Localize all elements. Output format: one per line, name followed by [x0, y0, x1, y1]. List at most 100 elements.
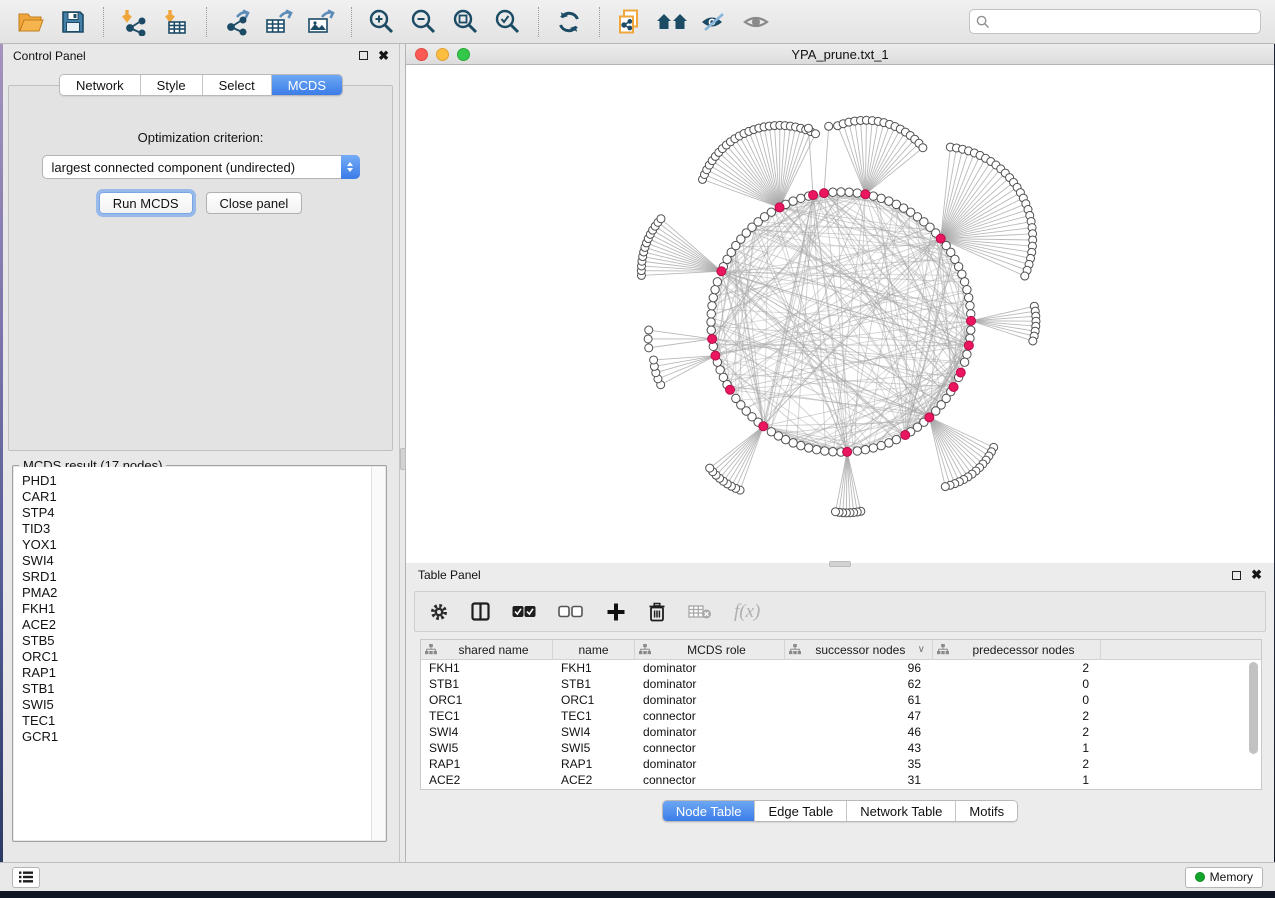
deselect-all-button[interactable]: [558, 605, 584, 618]
tab-node-table[interactable]: Node Table: [663, 801, 756, 821]
table-cell: dominator: [635, 692, 785, 708]
tab-style[interactable]: Style: [141, 75, 203, 95]
column-header-name[interactable]: name: [553, 640, 635, 659]
table-cell: ORC1: [421, 692, 553, 708]
table-scrollbar[interactable]: [1248, 662, 1259, 785]
result-node-item[interactable]: PHD1: [22, 473, 371, 489]
tab-motifs[interactable]: Motifs: [956, 801, 1017, 821]
result-node-item[interactable]: FKH1: [22, 601, 371, 617]
column-header-MCDS-role[interactable]: MCDS role: [635, 640, 785, 659]
open-session-button[interactable]: [13, 5, 49, 39]
delete-table-button[interactable]: [688, 604, 712, 620]
table-cell: STB1: [421, 676, 553, 692]
task-history-button[interactable]: [12, 867, 40, 888]
show-column-panel-button[interactable]: [471, 602, 490, 621]
zoom-selected-icon: [494, 8, 522, 36]
result-node-item[interactable]: PMA2: [22, 585, 371, 601]
table-cell: connector: [635, 788, 785, 790]
save-session-button[interactable]: [55, 5, 91, 39]
table-cell: connector: [635, 740, 785, 756]
search-field[interactable]: [969, 9, 1261, 34]
result-node-item[interactable]: SRD1: [22, 569, 371, 585]
table-row[interactable]: YOX1YOX1connector291: [421, 788, 1261, 790]
table-cell: ORC1: [553, 692, 635, 708]
table-row[interactable]: RAP1RAP1dominator352: [421, 756, 1261, 772]
zoom-selected-button[interactable]: [490, 5, 526, 39]
result-list-scrollbar[interactable]: [371, 467, 385, 840]
table-row[interactable]: ACE2ACE2connector311: [421, 772, 1261, 788]
result-node-item[interactable]: GCR1: [22, 729, 371, 745]
hide-selected-button[interactable]: [696, 5, 732, 39]
result-node-item[interactable]: YOX1: [22, 537, 371, 553]
table-row[interactable]: SWI5SWI5connector431: [421, 740, 1261, 756]
result-node-item[interactable]: STB1: [22, 681, 371, 697]
memory-button[interactable]: Memory: [1185, 867, 1263, 888]
result-node-item[interactable]: STB5: [22, 633, 371, 649]
apply-layout-button[interactable]: [551, 5, 587, 39]
import-table-button[interactable]: [158, 5, 194, 39]
tab-select[interactable]: Select: [203, 75, 272, 95]
table-cell: dominator: [635, 756, 785, 772]
select-all-button[interactable]: [512, 605, 536, 618]
function-builder-button[interactable]: f(x): [734, 601, 760, 623]
close-panel-icon[interactable]: ✖: [378, 51, 389, 61]
table-row[interactable]: SWI4SWI4dominator462: [421, 724, 1261, 740]
run-mcds-button[interactable]: Run MCDS: [99, 192, 193, 214]
column-header-shared-name[interactable]: shared name: [421, 640, 553, 659]
table-row[interactable]: ORC1ORC1dominator610: [421, 692, 1261, 708]
export-image-button[interactable]: [303, 5, 339, 39]
table-row[interactable]: FKH1FKH1dominator962: [421, 660, 1261, 676]
table-toolbar: f(x): [414, 591, 1266, 632]
table-options-button[interactable]: [429, 602, 449, 622]
table-row[interactable]: STB1STB1dominator620: [421, 676, 1261, 692]
result-node-item[interactable]: TEC1: [22, 713, 371, 729]
unchecked-boxes-icon: [558, 605, 584, 618]
result-node-item[interactable]: SWI4: [22, 553, 371, 569]
delete-column-button[interactable]: [648, 602, 666, 622]
float-panel-icon[interactable]: [359, 51, 368, 60]
table-cell: 47: [785, 708, 933, 724]
table-cell: 29: [785, 788, 933, 790]
table-cell: dominator: [635, 676, 785, 692]
network-graph-canvas[interactable]: [406, 65, 1274, 563]
network-window-titlebar[interactable]: YPA_prune.txt_1: [406, 44, 1274, 65]
show-all-button[interactable]: [738, 5, 774, 39]
optimization-criterion-select[interactable]: largest connected component (undirected): [42, 155, 360, 179]
zoom-in-button[interactable]: [364, 5, 400, 39]
tab-mcds[interactable]: MCDS: [272, 75, 342, 95]
result-node-item[interactable]: CAR1: [22, 489, 371, 505]
tab-network[interactable]: Network: [60, 75, 141, 95]
import-table-icon: [162, 8, 190, 36]
result-node-item[interactable]: TID3: [22, 521, 371, 537]
column-header-successor-nodes[interactable]: successor nodes∨: [785, 640, 933, 659]
clone-network-button[interactable]: [612, 5, 648, 39]
result-node-item[interactable]: ORC1: [22, 649, 371, 665]
search-input[interactable]: [990, 15, 1254, 29]
first-neighbors-button[interactable]: [654, 5, 690, 39]
zoom-fit-button[interactable]: [448, 5, 484, 39]
close-panel-button[interactable]: Close panel: [206, 192, 303, 214]
column-type-icon: [425, 644, 437, 655]
column-label: MCDS role: [653, 643, 780, 657]
tab-network-table[interactable]: Network Table: [847, 801, 956, 821]
export-table-button[interactable]: [261, 5, 297, 39]
zoom-out-button[interactable]: [406, 5, 442, 39]
export-network-button[interactable]: [219, 5, 255, 39]
zoom-fit-icon: [452, 8, 480, 36]
import-network-icon: [120, 8, 148, 36]
close-panel-icon[interactable]: ✖: [1251, 570, 1262, 580]
float-panel-icon[interactable]: [1232, 571, 1241, 580]
import-network-button[interactable]: [116, 5, 152, 39]
columns-icon: [471, 602, 490, 621]
table-scrollbar-thumb[interactable]: [1249, 662, 1258, 754]
column-header-predecessor-nodes[interactable]: predecessor nodes: [933, 640, 1101, 659]
result-node-item[interactable]: STP4: [22, 505, 371, 521]
result-node-item[interactable]: RAP1: [22, 665, 371, 681]
tab-edge-table[interactable]: Edge Table: [755, 801, 847, 821]
control-panel: Control Panel ✖ NetworkStyleSelectMCDS O…: [3, 44, 400, 862]
result-node-item[interactable]: ACE2: [22, 617, 371, 633]
add-column-button[interactable]: [606, 602, 626, 622]
splitter-handle[interactable]: [829, 561, 851, 567]
table-row[interactable]: TEC1TEC1connector472: [421, 708, 1261, 724]
result-node-item[interactable]: SWI5: [22, 697, 371, 713]
